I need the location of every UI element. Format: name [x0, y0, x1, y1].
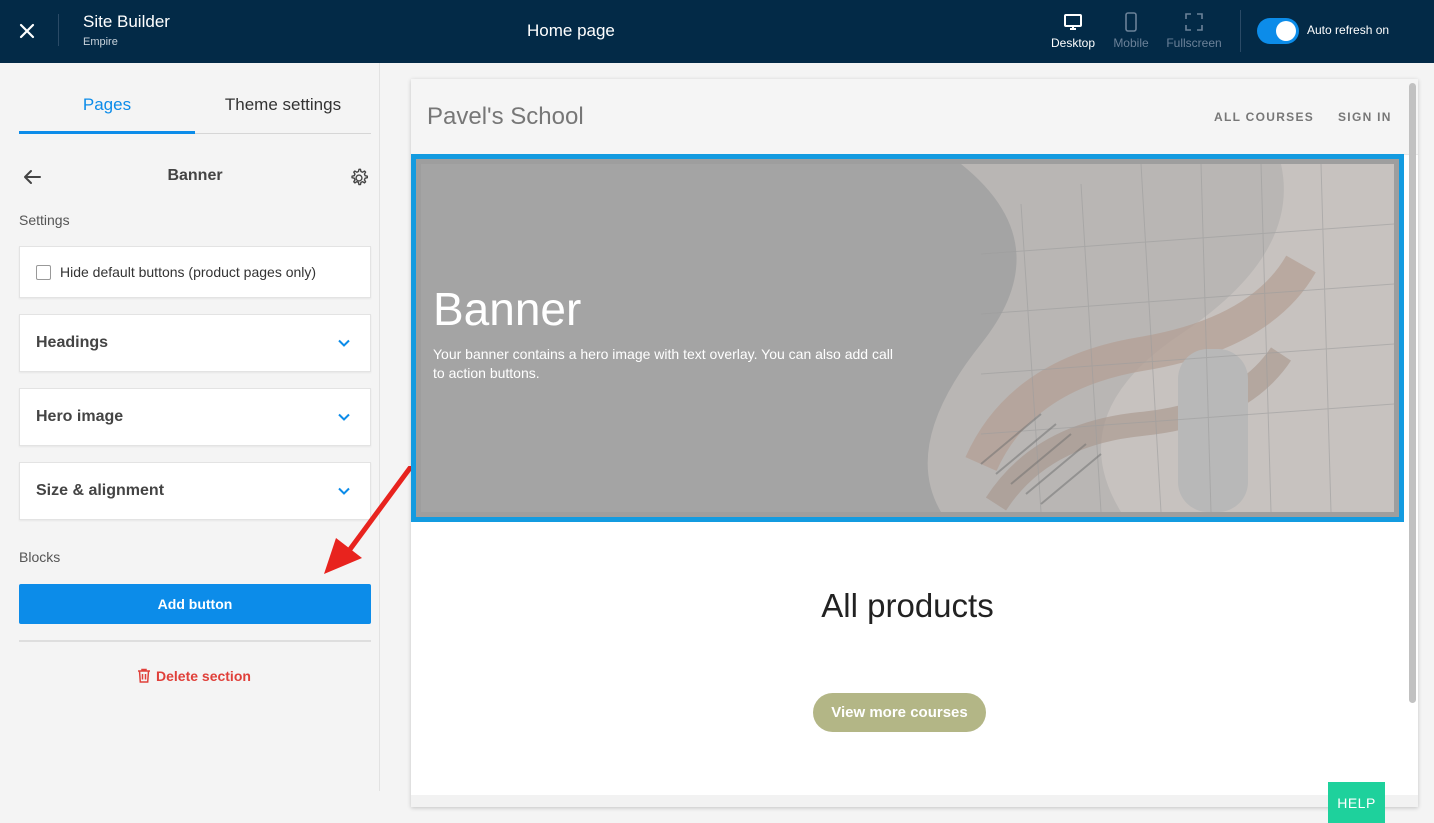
toggle-knob	[1276, 21, 1296, 41]
divider	[1240, 10, 1241, 52]
accordion-hero-image[interactable]: Hero image	[19, 388, 371, 446]
banner-section[interactable]: Banner Your banner contains a hero image…	[411, 154, 1404, 522]
top-bar: Site Builder Empire Home page Desktop Mo…	[0, 0, 1434, 63]
current-page-name: Home page	[527, 21, 615, 40]
hero-image: Banner Your banner contains a hero image…	[421, 164, 1394, 512]
hide-buttons-label[interactable]: Hide default buttons (product pages only…	[60, 264, 316, 280]
auto-refresh-toggle[interactable]	[1257, 18, 1299, 44]
banner-title: Banner	[433, 283, 582, 335]
device-desktop-button[interactable]: Desktop	[1043, 12, 1103, 50]
accordion-headings-label: Headings	[36, 334, 109, 351]
device-fullscreen-button[interactable]: Fullscreen	[1164, 12, 1224, 50]
hero-architecture-image	[421, 164, 1394, 512]
section-title: Banner	[167, 167, 223, 184]
desktop-icon	[1064, 14, 1082, 30]
settings-label: Settings	[19, 212, 70, 228]
accordion-size-alignment-label: Size & alignment	[36, 482, 165, 499]
divider	[58, 14, 59, 46]
preview-bottom-strip	[411, 795, 1418, 807]
nav-all-courses[interactable]: ALL COURSES	[1214, 110, 1314, 124]
add-button[interactable]: Add button	[19, 584, 371, 624]
theme-name: Empire	[83, 36, 118, 48]
accordion-headings[interactable]: Headings	[19, 314, 371, 372]
annotation-arrow	[324, 466, 413, 574]
site-preview: Pavel's School ALL COURSES SIGN IN Banne…	[411, 79, 1418, 807]
chevron-down-icon	[338, 413, 350, 421]
delete-section-button[interactable]: Delete section	[137, 668, 251, 684]
app-title: Site Builder	[83, 12, 170, 31]
device-mobile-button[interactable]: Mobile	[1101, 12, 1161, 50]
divider	[19, 640, 371, 642]
trash-icon	[138, 668, 150, 683]
view-more-courses-button[interactable]: View more courses	[813, 693, 986, 732]
accordion-hero-image-label: Hero image	[36, 408, 124, 425]
site-name[interactable]: Pavel's School	[427, 103, 584, 131]
accordion-size-alignment[interactable]: Size & alignment	[19, 462, 371, 520]
chevron-down-icon	[338, 339, 350, 347]
device-fullscreen-label: Fullscreen	[1166, 36, 1222, 50]
help-button[interactable]: HELP	[1328, 782, 1385, 823]
tab-theme-settings[interactable]: Theme settings	[195, 95, 371, 115]
hide-buttons-checkbox[interactable]	[36, 265, 51, 280]
hide-buttons-card: Hide default buttons (product pages only…	[19, 246, 371, 298]
delete-section-label: Delete section	[156, 668, 251, 684]
back-arrow-icon[interactable]	[21, 166, 43, 188]
device-desktop-label: Desktop	[1050, 36, 1096, 50]
preview-scrollbar[interactable]	[1409, 83, 1416, 703]
fullscreen-icon	[1185, 13, 1203, 31]
auto-refresh-label: Auto refresh on	[1307, 23, 1390, 37]
tab-pages[interactable]: Pages	[19, 95, 195, 115]
site-header: Pavel's School ALL COURSES SIGN IN	[411, 79, 1418, 155]
mobile-icon	[1125, 12, 1137, 32]
banner-description: Your banner contains a hero image with t…	[433, 346, 893, 381]
close-icon[interactable]	[14, 18, 40, 44]
blocks-label: Blocks	[19, 549, 61, 565]
device-mobile-label: Mobile	[1113, 36, 1149, 50]
gear-icon[interactable]	[348, 167, 370, 189]
active-tab-indicator	[19, 131, 195, 134]
products-heading: All products	[821, 587, 994, 624]
sidebar: Pages Theme settings Banner Settings Hid…	[0, 63, 380, 791]
nav-sign-in[interactable]: SIGN IN	[1338, 110, 1392, 124]
